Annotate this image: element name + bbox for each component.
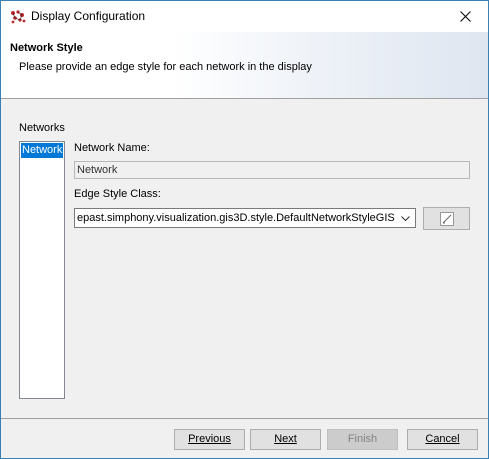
list-item[interactable]: Network [21,143,63,158]
wizard-footer: Previous Next Finish Cancel [1,418,488,458]
cancel-button[interactable]: Cancel [407,429,478,450]
next-button[interactable]: Next [250,429,321,450]
wizard-header: Network Style Please provide an edge sty… [1,32,488,99]
repast-app-icon [10,9,26,25]
previous-button[interactable]: Previous [174,429,245,450]
finish-button[interactable]: Finish [327,429,398,450]
close-icon [459,11,471,22]
title-bar[interactable]: Display Configuration [1,1,488,32]
network-name-label: Network Name: [74,142,150,154]
edit-style-button[interactable] [423,207,470,230]
edge-style-class-select[interactable]: epast.simphony.visualization.gis3D.style… [74,208,416,228]
finish-button-label: Finish [347,433,378,445]
page-title: Network Style [10,42,83,54]
edge-style-class-label: Edge Style Class: [74,188,161,200]
chevron-down-icon [401,216,410,222]
next-button-label: Next [274,433,297,445]
page-subtitle: Please provide an edge style for each ne… [19,61,312,73]
networks-list[interactable]: Network [19,141,65,399]
window-title: Display Configuration [31,9,146,23]
edit-icon [439,211,454,226]
networks-label: Networks [19,122,65,134]
edge-style-class-value: epast.simphony.visualization.gis3D.style… [77,212,395,224]
previous-button-label: Previous [188,433,231,445]
network-name-field: Network [74,161,470,179]
cancel-button-label: Cancel [425,433,460,445]
display-configuration-dialog: Display Configuration Network Style Plea… [0,0,489,459]
wizard-body: Networks Network Network Name: Network E… [1,100,488,418]
close-button[interactable] [442,1,488,32]
